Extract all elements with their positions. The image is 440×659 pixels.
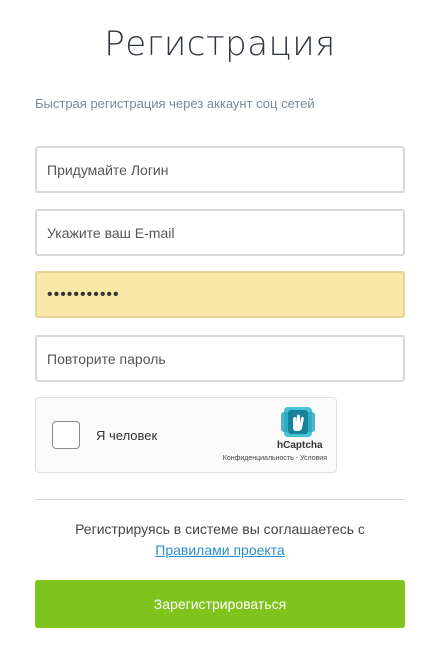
captcha-brand: hCaptcha bbox=[277, 440, 323, 451]
email-input[interactable] bbox=[35, 209, 405, 256]
agreement-text: Регистрируясь в системе вы соглашаетесь … bbox=[75, 521, 365, 537]
captcha-privacy-link[interactable]: Конфиденциальность bbox=[223, 455, 294, 462]
register-button[interactable]: Зарегистрироваться bbox=[35, 580, 405, 628]
divider bbox=[35, 499, 405, 500]
captcha-label: Я человек bbox=[96, 428, 158, 443]
hcaptcha-widget: Я человек hCaptcha Конфиденциальность - … bbox=[35, 397, 337, 473]
captcha-terms-link[interactable]: Условия bbox=[300, 455, 327, 462]
hcaptcha-logo-icon bbox=[281, 407, 315, 437]
social-login-link[interactable]: Быстрая регистрация через аккаунт соц се… bbox=[35, 96, 315, 111]
page-title: Регистрация bbox=[104, 24, 336, 64]
project-rules-link[interactable]: Правилами проекта bbox=[155, 542, 284, 558]
login-input[interactable] bbox=[35, 146, 405, 193]
captcha-checkbox[interactable] bbox=[52, 421, 80, 449]
rules-link-wrap: Правилами проекта bbox=[0, 542, 440, 558]
password-repeat-input[interactable] bbox=[35, 335, 405, 382]
password-input[interactable] bbox=[35, 271, 405, 318]
captcha-links: Конфиденциальность - Условия bbox=[36, 455, 327, 462]
